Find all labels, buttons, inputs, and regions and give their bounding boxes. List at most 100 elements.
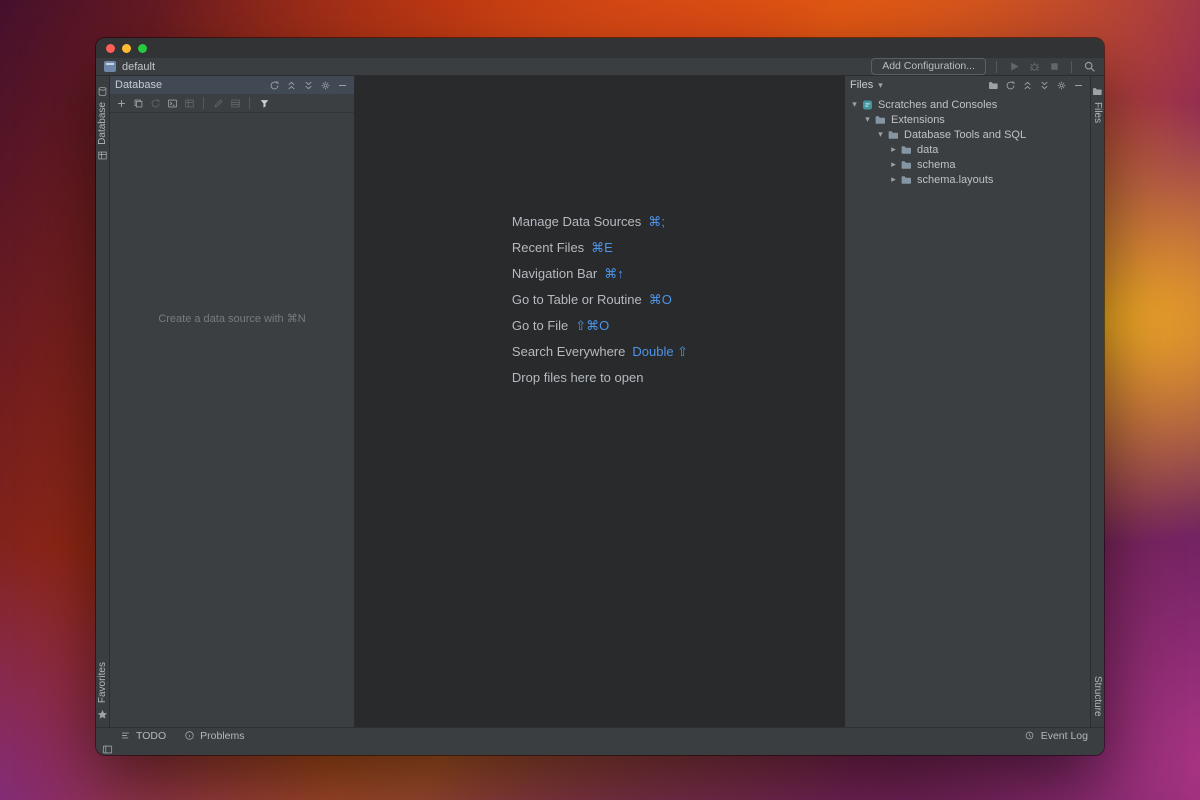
chevron-down-icon[interactable]: ▾ xyxy=(849,99,860,110)
table-icon[interactable] xyxy=(228,96,242,110)
bottom-edge xyxy=(96,743,1104,755)
shortcut-keys: Double ⇧ xyxy=(632,344,688,359)
status-todo[interactable]: TODO xyxy=(118,729,166,743)
expand-all-icon[interactable] xyxy=(1037,78,1051,92)
console-icon[interactable] xyxy=(165,96,179,110)
hide-icon[interactable] xyxy=(335,78,349,92)
editor-area[interactable]: Manage Data Sources⌘; Recent Files⌘E Nav… xyxy=(355,76,845,727)
search-icon[interactable] xyxy=(1082,60,1096,74)
toolbar-separator xyxy=(1071,61,1072,73)
tree-item-schema-layouts[interactable]: ▸ schema.layouts xyxy=(845,172,1090,187)
sidebar-tab-favorites[interactable]: Favorites xyxy=(97,662,108,703)
status-problems-label: Problems xyxy=(200,730,244,742)
shortcut-keys: ⇧⌘O xyxy=(575,318,609,333)
copy-icon[interactable] xyxy=(131,96,145,110)
shortcut-keys: ⌘; xyxy=(648,214,665,229)
sidebar-tab-files[interactable]: Files xyxy=(1092,102,1103,123)
shortcut-label: Recent Files xyxy=(512,240,584,255)
tree-item-scratches-and-consoles[interactable]: ▾ Scratches and Consoles xyxy=(845,97,1090,112)
expand-all-icon[interactable] xyxy=(301,78,315,92)
shortcut-row: Drop files here to open xyxy=(512,370,688,396)
chevron-down-icon[interactable]: ▾ xyxy=(875,129,886,140)
folder-icon xyxy=(899,173,913,186)
tree-item-label: Scratches and Consoles xyxy=(878,99,997,111)
status-bar: TODO Problems Event Log xyxy=(96,727,1104,743)
database-panel-header: Database xyxy=(110,76,354,94)
shortcut-row: Navigation Bar⌘↑ xyxy=(512,266,688,292)
folder-icon xyxy=(899,143,913,156)
status-event-log-label: Event Log xyxy=(1041,730,1088,742)
todo-list-icon xyxy=(118,729,132,743)
zoom-button[interactable] xyxy=(138,44,147,53)
debug-icon[interactable] xyxy=(1027,60,1041,74)
close-button[interactable] xyxy=(106,44,115,53)
project-icon xyxy=(104,61,116,72)
filter-icon[interactable] xyxy=(257,96,271,110)
shortcut-row: Recent Files⌘E xyxy=(512,240,688,266)
main-area: Database Favorites Database xyxy=(96,76,1104,727)
sidebar-tab-database[interactable]: Database xyxy=(97,102,108,145)
toolbar-separator xyxy=(203,97,204,109)
play-icon[interactable] xyxy=(1007,60,1021,74)
tree-item-schema[interactable]: ▸ schema xyxy=(845,157,1090,172)
pencil-icon[interactable] xyxy=(211,96,225,110)
plus-icon[interactable] xyxy=(114,96,128,110)
stop-icon[interactable] xyxy=(1047,60,1061,74)
database-panel-toolbar xyxy=(110,94,354,113)
shortcut-row: Go to File ⇧⌘O xyxy=(512,318,688,344)
shortcut-row: Go to Table or Routine ⌘O xyxy=(512,292,688,318)
tree-item-label: schema.layouts xyxy=(917,174,993,186)
status-problems[interactable]: Problems xyxy=(182,729,244,743)
shortcut-keys: ⌘↑ xyxy=(604,266,624,281)
shortcut-row: Manage Data Sources⌘; xyxy=(512,214,688,240)
folder-icon xyxy=(899,158,913,171)
refresh-icon[interactable] xyxy=(267,78,281,92)
gear-icon[interactable] xyxy=(1054,78,1068,92)
chevron-right-icon[interactable]: ▸ xyxy=(888,144,899,155)
refresh-icon[interactable] xyxy=(148,96,162,110)
shortcut-keys: ⌘O xyxy=(649,292,672,307)
main-toolbar: default Add Configuration... xyxy=(96,58,1104,76)
database-icon[interactable] xyxy=(96,84,110,98)
database-panel-title: Database xyxy=(115,79,162,91)
app-window: default Add Configuration... Database xyxy=(96,38,1104,755)
toolbar-separator xyxy=(249,97,250,109)
shortcut-hints: Manage Data Sources⌘; Recent Files⌘E Nav… xyxy=(512,214,688,396)
star-icon xyxy=(96,707,110,721)
left-tool-strip: Database Favorites xyxy=(96,76,110,727)
gear-icon[interactable] xyxy=(318,78,332,92)
info-icon xyxy=(182,729,196,743)
collapse-all-icon[interactable] xyxy=(284,78,298,92)
shortcut-label: Go to Table or Routine xyxy=(512,292,642,307)
shortcut-label: Go to File xyxy=(512,318,568,333)
hide-icon[interactable] xyxy=(1071,78,1085,92)
add-configuration-button[interactable]: Add Configuration... xyxy=(871,58,986,75)
files-tool-window: Files ▾ xyxy=(845,76,1090,727)
chevron-right-icon[interactable]: ▸ xyxy=(888,159,899,170)
titlebar xyxy=(96,38,1104,58)
desktop-wallpaper: default Add Configuration... Database xyxy=(0,0,1200,800)
tree-item-label: Extensions xyxy=(891,114,945,126)
status-event-log[interactable]: Event Log xyxy=(1023,729,1088,743)
tree-item-label: Database Tools and SQL xyxy=(904,129,1026,141)
layout-toggle-icon[interactable] xyxy=(100,742,114,755)
files-tree: ▾ Scratches and Consoles ▾ Extensions ▾ xyxy=(845,94,1090,187)
files-panel-header: Files ▾ xyxy=(845,76,1090,94)
sidebar-tab-structure[interactable]: Structure xyxy=(1092,676,1103,717)
files-panel-title[interactable]: Files xyxy=(850,79,873,91)
chevron-down-icon[interactable]: ▾ xyxy=(862,114,873,125)
tree-item-data[interactable]: ▸ data xyxy=(845,142,1090,157)
chevron-down-icon[interactable]: ▾ xyxy=(878,80,883,91)
minimize-button[interactable] xyxy=(122,44,131,53)
shortcut-label: Search Everywhere xyxy=(512,344,625,359)
refresh-icon[interactable] xyxy=(1003,78,1017,92)
tree-item-database-tools-and-sql[interactable]: ▾ Database Tools and SQL xyxy=(845,127,1090,142)
folder-icon xyxy=(886,128,900,141)
grid-icon[interactable] xyxy=(182,96,196,110)
tree-item-extensions[interactable]: ▾ Extensions xyxy=(845,112,1090,127)
table-icon[interactable] xyxy=(96,149,110,163)
collapse-all-icon[interactable] xyxy=(1020,78,1034,92)
chevron-right-icon[interactable]: ▸ xyxy=(888,174,899,185)
clock-icon xyxy=(1023,729,1037,743)
folder-icon[interactable] xyxy=(986,78,1000,92)
